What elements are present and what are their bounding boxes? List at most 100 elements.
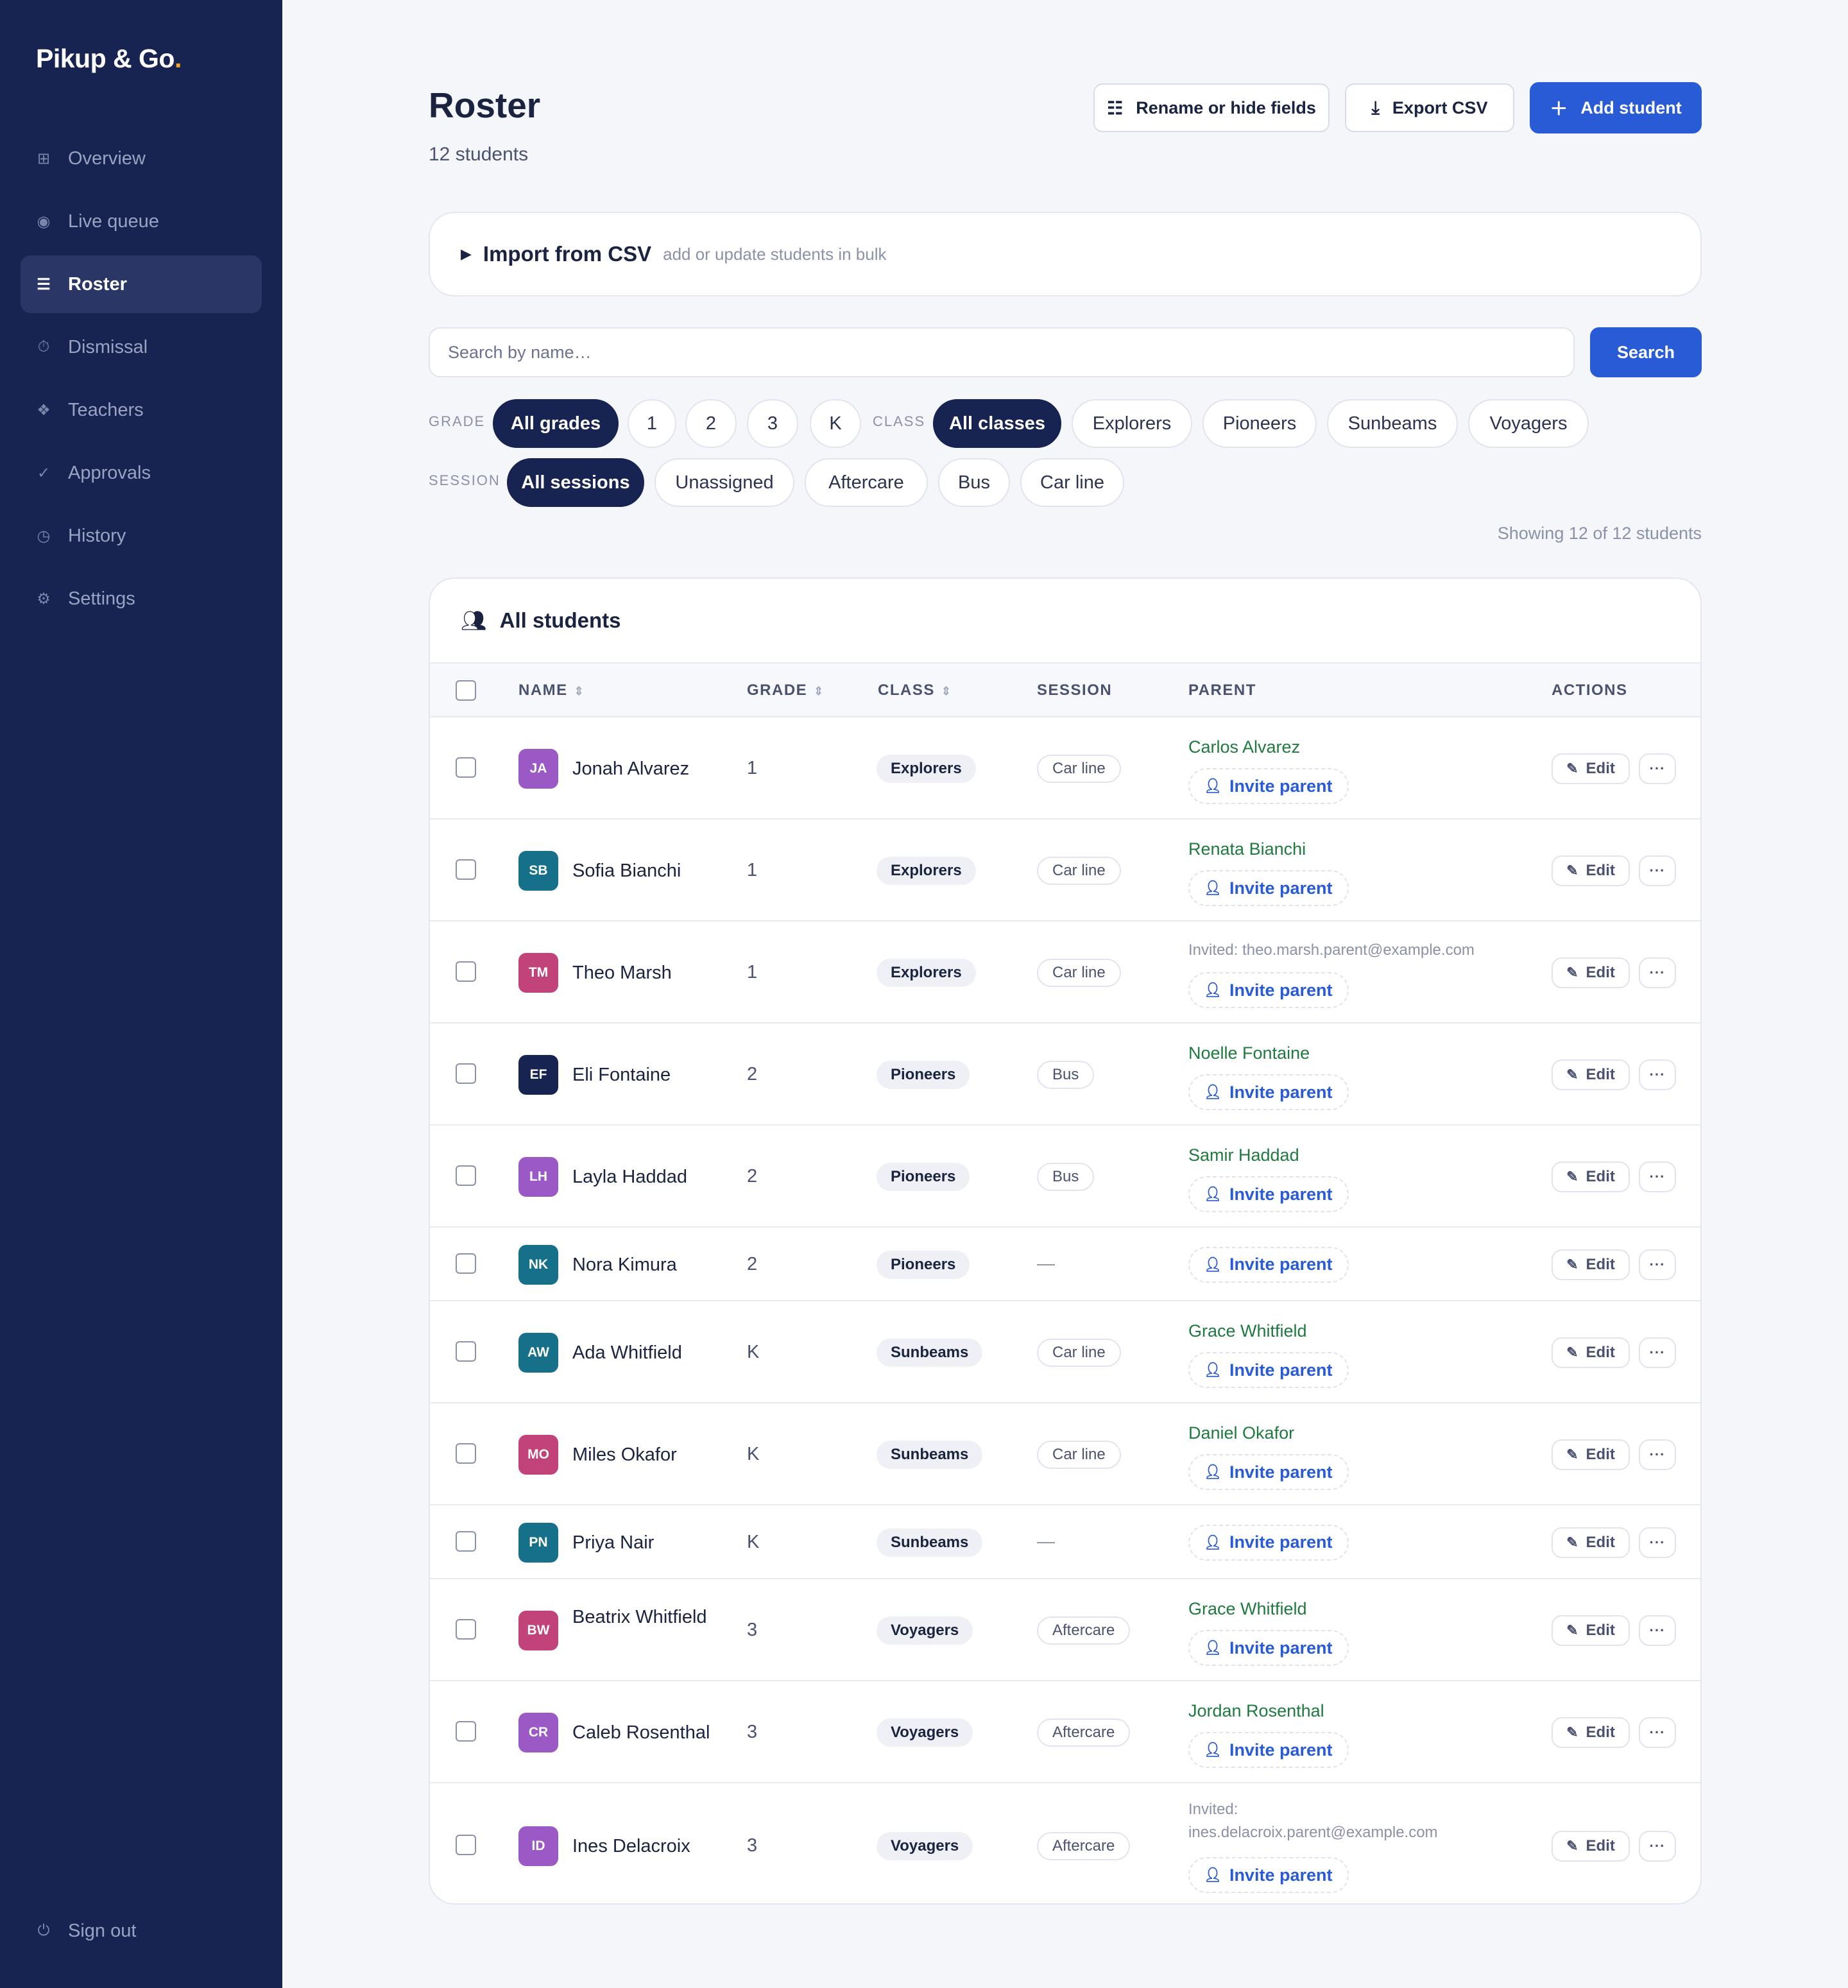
- more-actions-button[interactable]: ···: [1639, 1337, 1676, 1368]
- row-checkbox[interactable]: [456, 1165, 476, 1186]
- row-checkbox[interactable]: [456, 1834, 476, 1855]
- nav-item-dismissal[interactable]: ⏱ Dismissal: [21, 318, 262, 376]
- more-actions-button[interactable]: ···: [1639, 1615, 1676, 1646]
- invite-parent-button[interactable]: 👤︎ Invite parent: [1188, 768, 1349, 804]
- more-actions-button[interactable]: ···: [1639, 1249, 1676, 1280]
- more-actions-button[interactable]: ···: [1639, 753, 1676, 784]
- student-name[interactable]: Miles Okafor: [572, 1441, 677, 1468]
- student-name[interactable]: Priya Nair: [572, 1529, 654, 1556]
- session-chip-aftercare[interactable]: Aftercare: [805, 458, 928, 507]
- student-name[interactable]: Beatrix Whitfield: [572, 1604, 714, 1631]
- invite-parent-button[interactable]: 👤︎ Invite parent: [1188, 1732, 1349, 1768]
- edit-button[interactable]: ✎ Edit: [1552, 1161, 1630, 1192]
- edit-button[interactable]: ✎ Edit: [1552, 1249, 1630, 1280]
- search-input[interactable]: [429, 327, 1575, 377]
- export-csv-button[interactable]: ⤓ Export CSV: [1345, 83, 1514, 132]
- column-class[interactable]: CLASS ⇕: [878, 681, 952, 699]
- invite-parent-button[interactable]: 👤︎ Invite parent: [1188, 870, 1349, 906]
- more-actions-button[interactable]: ···: [1639, 1527, 1676, 1558]
- invite-parent-button[interactable]: 👤︎ Invite parent: [1188, 1524, 1349, 1561]
- edit-button[interactable]: ✎ Edit: [1552, 1717, 1630, 1748]
- edit-button[interactable]: ✎ Edit: [1552, 1527, 1630, 1558]
- row-checkbox[interactable]: [456, 1063, 476, 1084]
- session-chip-all[interactable]: All sessions: [507, 458, 644, 507]
- grade-chip-1[interactable]: 1: [628, 399, 676, 448]
- import-csv-toggle[interactable]: ▶ Import from CSV add or update students…: [429, 212, 1702, 296]
- search-button[interactable]: Search: [1590, 327, 1702, 377]
- session-chip-bus[interactable]: Bus: [938, 458, 1010, 507]
- grade-chip-k[interactable]: K: [810, 399, 861, 448]
- add-student-button[interactable]: ＋ Add student: [1530, 82, 1702, 133]
- invite-parent-button[interactable]: 👤︎ Invite parent: [1188, 1074, 1349, 1110]
- nav-item-roster[interactable]: ☰ Roster: [21, 255, 262, 313]
- grade-chip-2[interactable]: 2: [685, 399, 737, 448]
- edit-button[interactable]: ✎ Edit: [1552, 1439, 1630, 1470]
- invite-parent-button[interactable]: 👤︎ Invite parent: [1188, 1630, 1349, 1666]
- more-actions-button[interactable]: ···: [1639, 1059, 1676, 1090]
- more-actions-button[interactable]: ···: [1639, 1161, 1676, 1192]
- select-all-checkbox[interactable]: [456, 680, 476, 701]
- row-checkbox[interactable]: [456, 1341, 476, 1362]
- rename-fields-button[interactable]: ☷ Rename or hide fields: [1093, 83, 1330, 132]
- student-name[interactable]: Sofia Bianchi: [572, 857, 681, 884]
- column-name[interactable]: NAME ⇕: [518, 681, 585, 699]
- row-checkbox[interactable]: [456, 1530, 476, 1552]
- more-actions-button[interactable]: ···: [1639, 957, 1676, 988]
- row-checkbox[interactable]: [456, 961, 476, 982]
- row-checkbox[interactable]: [456, 1253, 476, 1274]
- nav-item-settings[interactable]: ⚙ Settings: [21, 570, 262, 628]
- more-actions-button[interactable]: ···: [1639, 1717, 1676, 1748]
- student-name[interactable]: Caleb Rosenthal: [572, 1719, 710, 1746]
- edit-button[interactable]: ✎ Edit: [1552, 1830, 1630, 1862]
- student-grade: 3: [747, 1619, 758, 1640]
- nav-item-overview[interactable]: ⊞ Overview: [21, 130, 262, 187]
- invite-parent-button[interactable]: 👤︎ Invite parent: [1188, 1352, 1349, 1388]
- invite-parent-button[interactable]: 👤︎ Invite parent: [1188, 972, 1349, 1008]
- student-name[interactable]: Jonah Alvarez: [572, 755, 689, 782]
- nav-item-live-queue[interactable]: ◉ Live queue: [21, 193, 262, 250]
- more-actions-button[interactable]: ···: [1639, 1439, 1676, 1470]
- edit-button[interactable]: ✎ Edit: [1552, 855, 1630, 886]
- invite-parent-button[interactable]: 👤︎ Invite parent: [1188, 1246, 1349, 1283]
- invite-parent-button[interactable]: 👤︎ Invite parent: [1188, 1454, 1349, 1490]
- sign-out-button[interactable]: ⏻ Sign out: [21, 1902, 262, 1960]
- student-name[interactable]: Eli Fontaine: [572, 1061, 671, 1088]
- row-checkbox[interactable]: [456, 859, 476, 880]
- brand-logo[interactable]: Pikup & Go.: [36, 44, 182, 74]
- student-name[interactable]: Ada Whitfield: [572, 1339, 682, 1366]
- row-checkbox[interactable]: [456, 757, 476, 778]
- row-checkbox[interactable]: [456, 1443, 476, 1464]
- invite-parent-button[interactable]: 👤︎ Invite parent: [1188, 1176, 1349, 1212]
- edit-button[interactable]: ✎ Edit: [1552, 957, 1630, 988]
- class-chip-sunbeams[interactable]: Sunbeams: [1327, 399, 1458, 448]
- class-chip-voyagers[interactable]: Voyagers: [1468, 399, 1589, 448]
- sort-icon: ⇕: [941, 685, 952, 698]
- invite-parent-button[interactable]: 👤︎ Invite parent: [1188, 1857, 1349, 1893]
- student-name[interactable]: Nora Kimura: [572, 1251, 677, 1278]
- student-name[interactable]: Layla Haddad: [572, 1163, 687, 1190]
- edit-button[interactable]: ✎ Edit: [1552, 1059, 1630, 1090]
- edit-button[interactable]: ✎ Edit: [1552, 753, 1630, 784]
- more-actions-button[interactable]: ···: [1639, 855, 1676, 886]
- column-grade[interactable]: GRADE ⇕: [747, 681, 825, 699]
- session-chip-unassigned[interactable]: Unassigned: [654, 458, 794, 507]
- row-checkbox[interactable]: [456, 1720, 476, 1742]
- student-name[interactable]: Theo Marsh: [572, 959, 672, 986]
- grade-chip-all[interactable]: All grades: [493, 399, 619, 448]
- more-actions-button[interactable]: ···: [1639, 1830, 1676, 1862]
- table-header: NAME ⇕ GRADE ⇕ CLASS ⇕ SESSION PARENT ACTIO…: [430, 662, 1700, 717]
- class-chip-explorers[interactable]: Explorers: [1072, 399, 1192, 448]
- nav-item-approvals[interactable]: ✓ Approvals: [21, 444, 262, 502]
- class-chip-all[interactable]: All classes: [933, 399, 1061, 448]
- user-plus-icon: 👤︎: [1204, 1256, 1222, 1272]
- nav-item-teachers[interactable]: ❖ Teachers: [21, 381, 262, 439]
- nav-item-history[interactable]: ◷ History: [21, 507, 262, 565]
- class-chip-pioneers[interactable]: Pioneers: [1202, 399, 1317, 448]
- row-checkbox[interactable]: [456, 1618, 476, 1640]
- edit-button[interactable]: ✎ Edit: [1552, 1615, 1630, 1646]
- session-chip-car-line[interactable]: Car line: [1020, 458, 1124, 507]
- session-badge: Car line: [1037, 1338, 1121, 1367]
- student-name[interactable]: Ines Delacroix: [572, 1833, 690, 1860]
- grade-chip-3[interactable]: 3: [747, 399, 798, 448]
- edit-button[interactable]: ✎ Edit: [1552, 1337, 1630, 1368]
